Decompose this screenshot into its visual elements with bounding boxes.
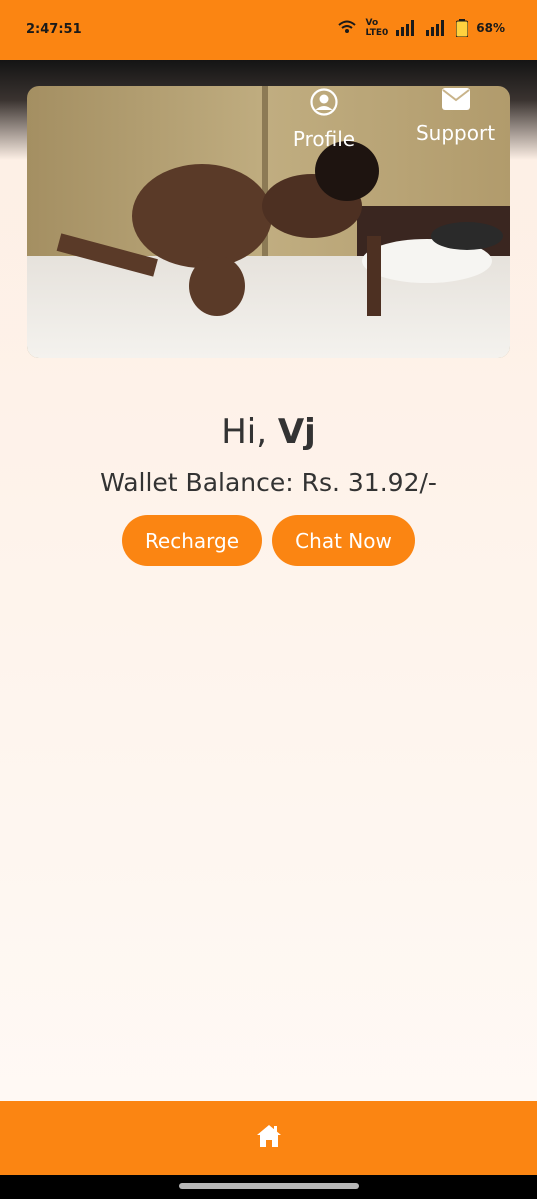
support-label: Support: [415, 121, 496, 145]
greeting-prefix: Hi,: [221, 412, 268, 452]
network-type: Vo LTE0: [365, 18, 389, 38]
signal-icon-2: [426, 20, 448, 36]
bottom-navigation: [0, 1101, 537, 1175]
home-gesture-handle[interactable]: [179, 1183, 359, 1189]
status-time: 2:47:51: [26, 22, 82, 37]
user-name: Vj: [277, 412, 316, 452]
chat-now-button[interactable]: Chat Now: [272, 515, 415, 566]
battery-icon: [456, 19, 469, 37]
user-circle-icon: [310, 88, 338, 127]
envelope-icon: [441, 88, 470, 121]
status-indicators: Vo LTE0 68%: [337, 18, 505, 38]
battery-level: 68%: [476, 21, 505, 35]
profile-label: Profile: [292, 127, 356, 151]
home-icon[interactable]: [255, 1123, 283, 1153]
greeting: Hi, Vj: [0, 412, 537, 452]
support-link[interactable]: Support: [413, 88, 498, 145]
wallet-balance: Wallet Balance: Rs. 31.92/-: [100, 468, 437, 497]
profile-link[interactable]: Profile: [290, 88, 358, 151]
wifi-calling-icon: [337, 20, 357, 36]
recharge-button[interactable]: Recharge: [122, 515, 262, 566]
status-bar: 2:47:51 Vo LTE0 68%: [0, 0, 537, 60]
signal-icon: [396, 20, 418, 36]
